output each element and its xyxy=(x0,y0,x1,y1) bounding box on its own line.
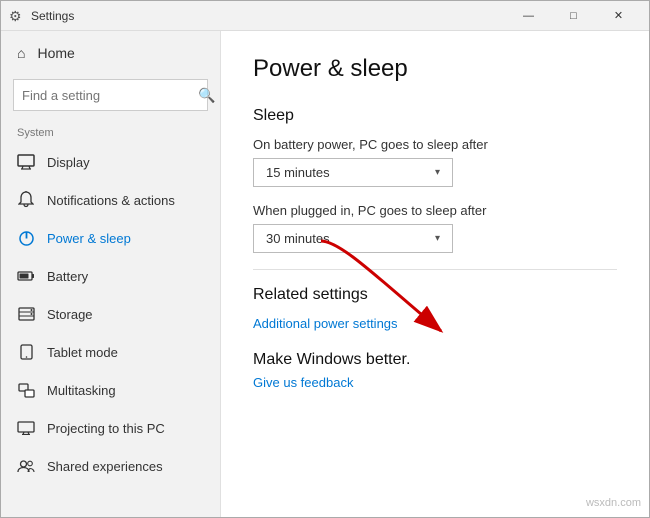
plugged-power-label: When plugged in, PC goes to sleep after xyxy=(253,203,617,218)
multitasking-label: Multitasking xyxy=(47,383,116,398)
home-icon: ⌂ xyxy=(17,45,25,61)
projecting-label: Projecting to this PC xyxy=(47,421,165,436)
sidebar-item-display[interactable]: Display xyxy=(1,143,220,181)
settings-icon: ⚙ xyxy=(9,8,25,24)
give-feedback-link[interactable]: Give us feedback xyxy=(253,375,617,390)
sidebar-item-power[interactable]: Power & sleep xyxy=(1,219,220,257)
search-input[interactable] xyxy=(22,88,198,103)
maximize-button[interactable]: □ xyxy=(551,1,596,31)
content-area: ⌂ Home 🔍 System Display xyxy=(1,31,649,517)
make-windows-title: Make Windows better. xyxy=(253,351,617,369)
plugged-sleep-value: 30 minutes xyxy=(266,231,330,246)
main-content: Power & sleep Sleep On battery power, PC… xyxy=(221,31,649,517)
system-section-label: System xyxy=(1,121,220,143)
minimize-button[interactable]: — xyxy=(506,1,551,31)
battery-dropdown-arrow: ▾ xyxy=(435,167,440,178)
window-title: Settings xyxy=(31,9,506,23)
sidebar-item-home[interactable]: ⌂ Home xyxy=(1,31,220,75)
section-divider xyxy=(253,269,617,270)
notifications-icon xyxy=(17,191,35,209)
settings-window: ⚙ Settings — □ ✕ ⌂ Home 🔍 System xyxy=(0,0,650,518)
sidebar-item-notifications[interactable]: Notifications & actions xyxy=(1,181,220,219)
sidebar-item-storage[interactable]: Storage xyxy=(1,295,220,333)
storage-label: Storage xyxy=(47,307,93,322)
power-label: Power & sleep xyxy=(47,231,131,246)
storage-icon xyxy=(17,305,35,323)
tablet-icon xyxy=(17,343,35,361)
battery-power-label: On battery power, PC goes to sleep after xyxy=(253,137,617,152)
battery-sleep-value: 15 minutes xyxy=(266,165,330,180)
additional-power-settings-link[interactable]: Additional power settings xyxy=(253,316,617,331)
shared-icon xyxy=(17,457,35,475)
plugged-dropdown-arrow: ▾ xyxy=(435,233,440,244)
watermark: wsxdn.com xyxy=(586,497,641,509)
sidebar-item-tablet[interactable]: Tablet mode xyxy=(1,333,220,371)
battery-label: Battery xyxy=(47,269,88,284)
related-section-title: Related settings xyxy=(253,286,617,304)
titlebar: ⚙ Settings — □ ✕ xyxy=(1,1,649,31)
window-controls: — □ ✕ xyxy=(506,1,641,31)
tablet-label: Tablet mode xyxy=(47,345,118,360)
search-box[interactable]: 🔍 xyxy=(13,79,208,111)
sidebar-item-battery[interactable]: Battery xyxy=(1,257,220,295)
sidebar-item-shared[interactable]: Shared experiences xyxy=(1,447,220,485)
display-label: Display xyxy=(47,155,90,170)
page-title: Power & sleep xyxy=(253,55,617,83)
shared-label: Shared experiences xyxy=(47,459,163,474)
projecting-icon xyxy=(17,419,35,437)
sidebar-item-multitasking[interactable]: Multitasking xyxy=(1,371,220,409)
sidebar-item-projecting[interactable]: Projecting to this PC xyxy=(1,409,220,447)
home-label: Home xyxy=(37,45,74,61)
battery-sleep-dropdown[interactable]: 15 minutes ▾ xyxy=(253,158,453,187)
power-icon xyxy=(17,229,35,247)
multitasking-icon xyxy=(17,381,35,399)
search-icon: 🔍 xyxy=(198,87,215,104)
sleep-section-title: Sleep xyxy=(253,107,617,125)
plugged-sleep-dropdown[interactable]: 30 minutes ▾ xyxy=(253,224,453,253)
close-button[interactable]: ✕ xyxy=(596,1,641,31)
display-icon xyxy=(17,153,35,171)
notifications-label: Notifications & actions xyxy=(47,193,175,208)
battery-icon xyxy=(17,267,35,285)
sidebar: ⌂ Home 🔍 System Display xyxy=(1,31,221,517)
